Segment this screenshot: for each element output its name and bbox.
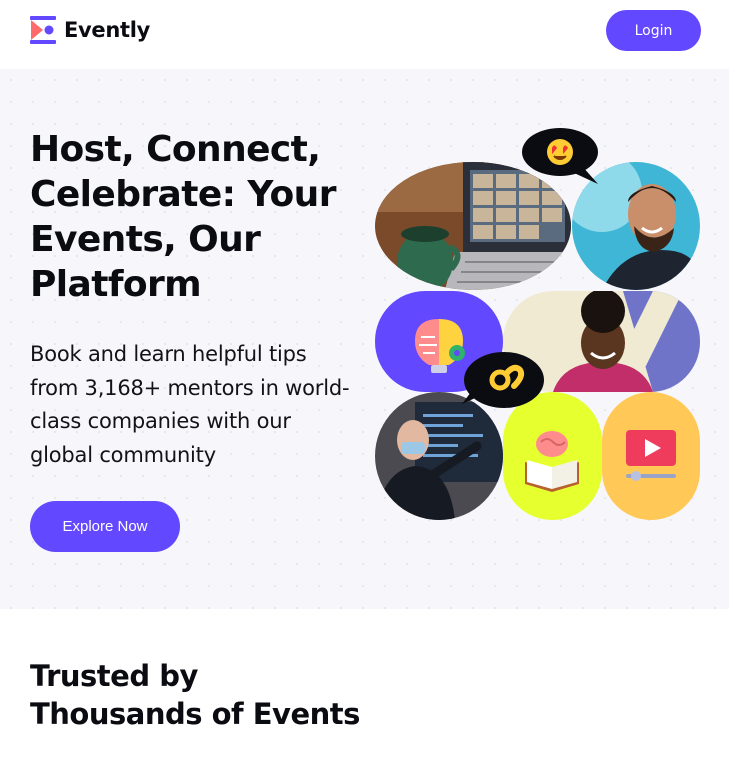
trusted-title-line2: Thousands of Events <box>30 697 360 731</box>
hero-title: Host, Connect, Celebrate: Your Events, O… <box>30 129 336 305</box>
trusted-section: Trusted by Thousands of Events <box>0 609 729 768</box>
hero-section: Host, Connect, Celebrate: Your Events, O… <box>0 69 729 609</box>
hero-image-mosaic <box>370 119 710 539</box>
brand-logo[interactable]: Evently <box>30 16 150 44</box>
heart-eyes-emoji-icon <box>522 128 598 184</box>
video-player-icon <box>602 392 700 520</box>
logo-icon <box>30 16 56 44</box>
hero-subtitle: Book and learn helpful tips from 3,168+ … <box>30 342 350 467</box>
explore-now-button[interactable]: Explore Now <box>30 501 180 552</box>
brand-name: Evently <box>64 18 151 42</box>
ok-hand-emoji-icon <box>462 352 544 408</box>
login-button[interactable]: Login <box>606 10 701 51</box>
top-navbar: Evently Login <box>0 0 729 69</box>
trusted-title-line1: Trusted by <box>30 659 198 693</box>
trusted-title: Trusted by Thousands of Events <box>30 657 360 733</box>
